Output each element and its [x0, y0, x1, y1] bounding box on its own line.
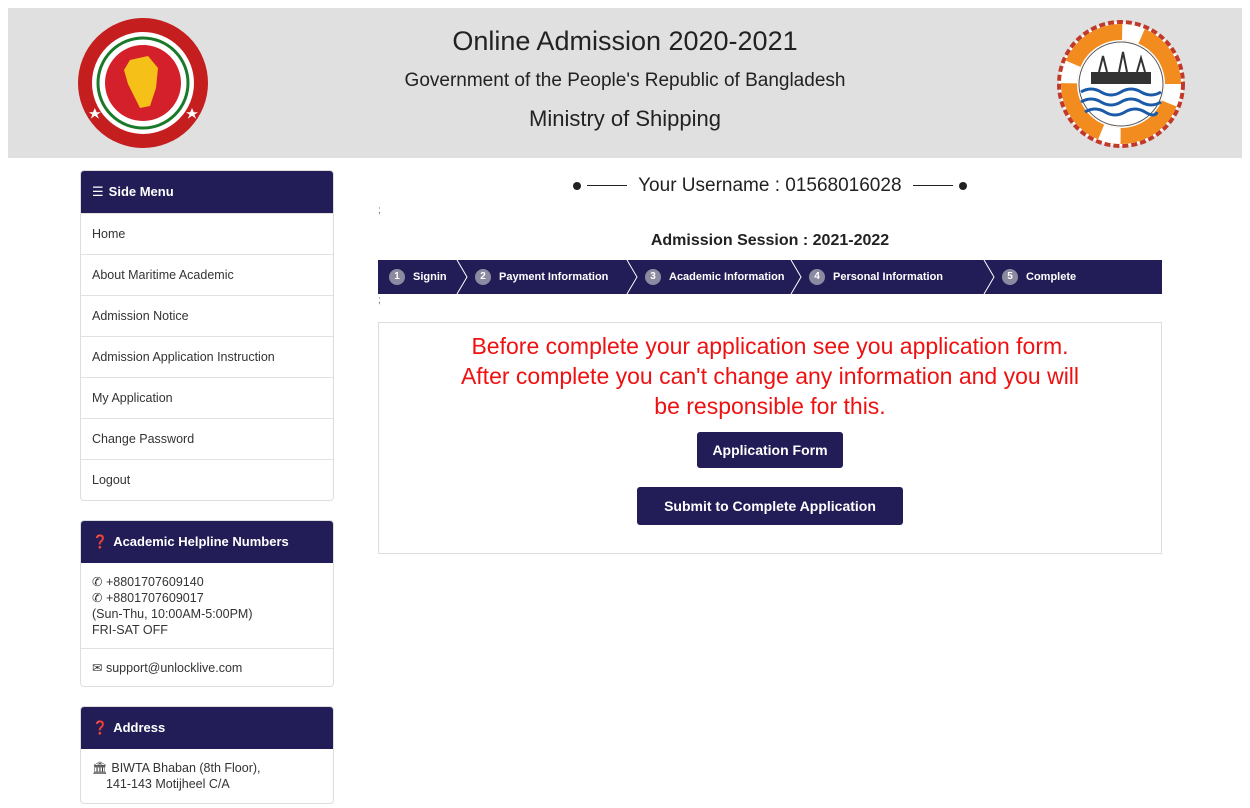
helpline-header: ❓ Academic Helpline Numbers — [81, 521, 333, 563]
step-number: 3 — [645, 269, 661, 285]
stray-semicolon: ; — [378, 295, 381, 306]
sidebar-item-about[interactable]: About Maritime Academic — [81, 254, 333, 295]
phone-number-1: +8801707609140 — [105, 575, 204, 589]
sidebar: ☰ Side Menu Home About Maritime Academic … — [80, 170, 334, 808]
bullet-dot — [958, 181, 967, 190]
progress-steps: 1 Signin 2 Payment Information 3 Academic I… — [378, 260, 1162, 294]
address-header: ❓ Address — [81, 707, 333, 749]
phone-line-2: ✆ +8801707609017 — [92, 590, 322, 606]
helpline-title: Academic Helpline Numbers — [113, 534, 289, 549]
address-title: Address — [113, 720, 166, 735]
bullet-dot — [573, 181, 582, 190]
application-form-button[interactable]: Application Form — [697, 432, 843, 468]
envelope-icon: ✉ — [92, 661, 103, 675]
stray-semicolon: ; — [378, 205, 381, 216]
step-personal-information[interactable]: 4 Personal Information — [798, 260, 995, 294]
question-circle-icon: ❓ — [92, 720, 109, 735]
bank-icon: 🏛 — [92, 761, 108, 775]
step-payment-information[interactable]: 2 Payment Information — [464, 260, 638, 294]
side-menu-title: Side Menu — [108, 184, 174, 199]
step-label: Academic Information — [669, 271, 785, 283]
shipping-department-logo — [1057, 20, 1185, 148]
side-menu-header: ☰ Side Menu — [81, 171, 333, 213]
phone-line-1: ✆ +8801707609140 — [92, 574, 322, 590]
address-text-1: BIWTA Bhaban (8th Floor), — [111, 761, 261, 775]
step-label: Payment Information — [499, 271, 609, 283]
support-email[interactable]: support@unlocklive.com — [106, 661, 242, 675]
sidebar-item-change-password[interactable]: Change Password — [81, 418, 333, 459]
step-label: Complete — [1026, 271, 1077, 283]
address-line-2: 141-143 Motijheel C/A — [106, 777, 230, 791]
helpline-body: ✆ +8801707609140 ✆ +8801707609017 (Sun-T… — [81, 563, 333, 648]
step-label: Signin — [413, 271, 447, 283]
sidebar-item-my-application[interactable]: My Application — [81, 377, 333, 418]
admission-session: Admission Session : 2021-2022 — [650, 232, 890, 249]
username-label: Your Username : 01568016028 — [638, 175, 902, 196]
helpline-hours: (Sun-Thu, 10:00AM-5:00PM) — [92, 607, 253, 621]
address-panel: ❓ Address 🏛 BIWTA Bhaban (8th Floor), 141… — [80, 706, 334, 804]
divider-line — [912, 185, 953, 187]
warning-line: After complete you can't change any info… — [460, 363, 1080, 389]
step-complete[interactable]: 5 Complete — [991, 260, 1162, 294]
helpline-off-days: FRI-SAT OFF — [92, 623, 168, 637]
warning-line: be responsible for this. — [654, 393, 886, 419]
step-label: Personal Information — [833, 271, 944, 283]
username-row: Your Username : 01568016028 — [378, 164, 1162, 204]
completion-panel: Before complete your application see you… — [378, 322, 1162, 554]
step-number: 1 — [389, 269, 405, 285]
step-number: 4 — [809, 269, 825, 285]
address-body: 🏛 BIWTA Bhaban (8th Floor), 141-143 Moti… — [81, 749, 333, 803]
step-number: 5 — [1002, 269, 1018, 285]
phone-icon: ✆ — [92, 575, 103, 589]
main-content: Your Username : 01568016028 ; Admission … — [378, 164, 1162, 554]
step-academic-information[interactable]: 3 Academic Information — [634, 260, 802, 294]
sidebar-item-admission-notice[interactable]: Admission Notice — [81, 295, 333, 336]
step-number: 2 — [475, 269, 491, 285]
phone-icon: ✆ — [92, 591, 103, 605]
question-circle-icon: ❓ — [92, 534, 109, 549]
address-line-1: 🏛 BIWTA Bhaban (8th Floor), — [92, 760, 322, 776]
sidebar-item-instruction[interactable]: Admission Application Instruction — [81, 336, 333, 377]
side-menu-panel: ☰ Side Menu Home About Maritime Academic … — [80, 170, 334, 501]
submit-complete-button[interactable]: Submit to Complete Application — [637, 487, 903, 525]
helpline-panel: ❓ Academic Helpline Numbers ✆ +8801707609… — [80, 520, 334, 687]
page-header: Online Admission 2020-2021 Government of… — [8, 8, 1242, 158]
phone-number-2: +8801707609017 — [105, 591, 204, 605]
step-signin[interactable]: 1 Signin — [378, 260, 468, 294]
divider-line — [587, 185, 628, 187]
warning-message: Before complete your application see you… — [379, 323, 1161, 421]
helpline-email-row: ✉ support@unlocklive.com — [81, 648, 333, 686]
warning-line: Before complete your application see you… — [471, 333, 1069, 359]
sidebar-item-logout[interactable]: Logout — [81, 459, 333, 500]
hamburger-icon: ☰ — [92, 184, 104, 199]
sidebar-item-home[interactable]: Home — [81, 213, 333, 254]
